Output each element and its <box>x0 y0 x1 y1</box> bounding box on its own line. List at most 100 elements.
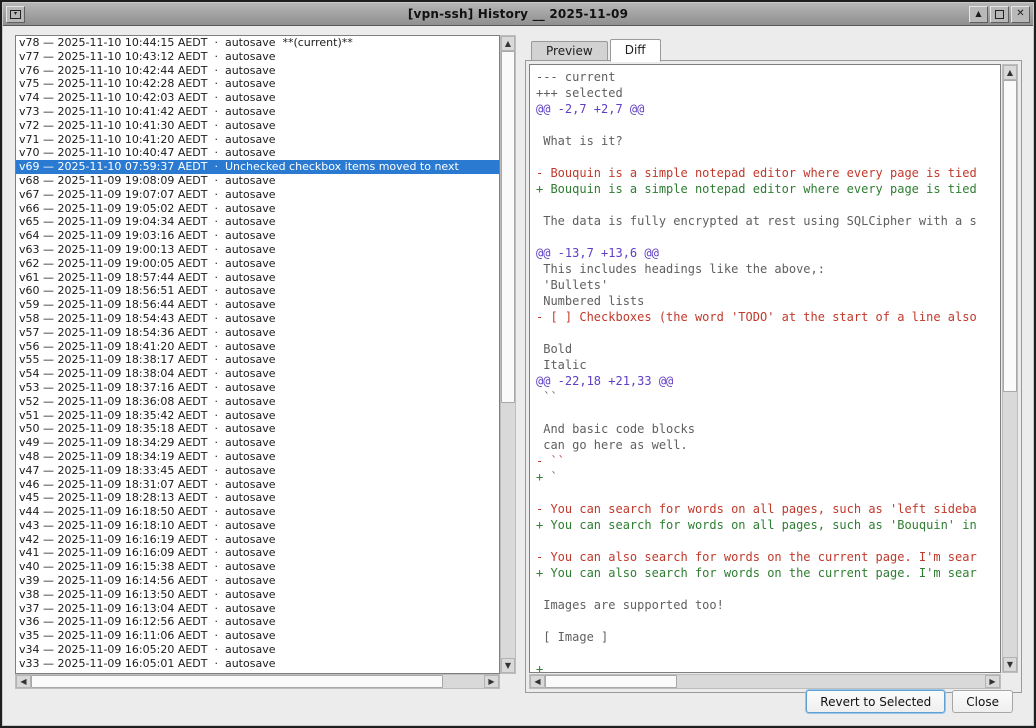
diff-line <box>536 581 1000 597</box>
list-item[interactable]: v52 — 2025-11-09 18:36:08 AEDT · autosav… <box>16 395 499 409</box>
list-item[interactable]: v34 — 2025-11-09 16:05:20 AEDT · autosav… <box>16 643 499 657</box>
diff-line <box>536 533 1000 549</box>
diff-line <box>536 325 1000 341</box>
list-item[interactable]: v50 — 2025-11-09 18:35:18 AEDT · autosav… <box>16 422 499 436</box>
diff-line <box>536 405 1000 421</box>
list-item[interactable]: v68 — 2025-11-09 19:08:09 AEDT · autosav… <box>16 174 499 188</box>
scroll-down-icon[interactable]: ▼ <box>1003 657 1017 672</box>
list-item[interactable]: v62 — 2025-11-09 19:00:05 AEDT · autosav… <box>16 257 499 271</box>
list-item[interactable]: v44 — 2025-11-09 16:18:50 AEDT · autosav… <box>16 505 499 519</box>
list-item[interactable]: v73 — 2025-11-10 10:41:42 AEDT · autosav… <box>16 105 499 119</box>
list-item[interactable]: v63 — 2025-11-09 19:00:13 AEDT · autosav… <box>16 243 499 257</box>
dialog-buttons: Revert to Selected Close <box>806 690 1013 713</box>
list-item[interactable]: v55 — 2025-11-09 18:38:17 AEDT · autosav… <box>16 353 499 367</box>
list-item[interactable]: v71 — 2025-11-10 10:41:20 AEDT · autosav… <box>16 133 499 147</box>
diff-line <box>536 485 1000 501</box>
diff-line: + <box>536 661 1000 673</box>
list-item[interactable]: v61 — 2025-11-09 18:57:44 AEDT · autosav… <box>16 271 499 285</box>
diff-hscroll-trough[interactable] <box>545 675 985 688</box>
list-item[interactable]: v41 — 2025-11-09 16:16:09 AEDT · autosav… <box>16 546 499 560</box>
list-item[interactable]: v75 — 2025-11-10 10:42:28 AEDT · autosav… <box>16 77 499 91</box>
list-item[interactable]: v51 — 2025-11-09 18:35:42 AEDT · autosav… <box>16 409 499 423</box>
diff-line <box>536 645 1000 661</box>
diff-vscroll-thumb[interactable] <box>1003 80 1017 392</box>
list-item[interactable]: v64 — 2025-11-09 19:03:16 AEDT · autosav… <box>16 229 499 243</box>
list-item[interactable]: v69 — 2025-11-10 07:59:37 AEDT · Uncheck… <box>16 160 499 174</box>
diff-line: - [ ] Checkboxes (the word 'TODO' at the… <box>536 309 1000 325</box>
window-title: [vpn-ssh] History __ 2025-11-09 <box>3 7 1033 21</box>
list-item[interactable]: v42 — 2025-11-09 16:16:19 AEDT · autosav… <box>16 533 499 547</box>
list-item[interactable]: v58 — 2025-11-09 18:54:43 AEDT · autosav… <box>16 312 499 326</box>
list-item[interactable]: v36 — 2025-11-09 16:12:56 AEDT · autosav… <box>16 615 499 629</box>
list-item[interactable]: v54 — 2025-11-09 18:38:04 AEDT · autosav… <box>16 367 499 381</box>
diff-panel: --- current+++ selected@@ -2,7 +2,7 @@ W… <box>525 60 1022 693</box>
diff-line: `` <box>536 389 1000 405</box>
diff-line: @@ -22,18 +21,33 @@ <box>536 373 1000 389</box>
scroll-down-icon[interactable]: ▼ <box>501 658 515 673</box>
list-item[interactable]: v74 — 2025-11-10 10:42:03 AEDT · autosav… <box>16 91 499 105</box>
list-item[interactable]: v78 — 2025-11-10 10:44:15 AEDT · autosav… <box>16 36 499 50</box>
list-item[interactable]: v33 — 2025-11-09 16:05:01 AEDT · autosav… <box>16 657 499 671</box>
list-item[interactable]: v77 — 2025-11-10 10:43:12 AEDT · autosav… <box>16 50 499 64</box>
list-item[interactable]: v40 — 2025-11-09 16:15:38 AEDT · autosav… <box>16 560 499 574</box>
scroll-up-icon[interactable]: ▲ <box>501 36 515 51</box>
diff-hscroll-thumb[interactable] <box>545 675 677 688</box>
revert-to-selected-button[interactable]: Revert to Selected <box>806 690 945 713</box>
history-list-group: v78 — 2025-11-10 10:44:15 AEDT · autosav… <box>15 35 516 689</box>
diff-text-area[interactable]: --- current+++ selected@@ -2,7 +2,7 @@ W… <box>529 64 1001 673</box>
list-item[interactable]: v47 — 2025-11-09 18:33:45 AEDT · autosav… <box>16 464 499 478</box>
list-item[interactable]: v43 — 2025-11-09 16:18:10 AEDT · autosav… <box>16 519 499 533</box>
diff-vscroll-trough[interactable] <box>1003 80 1017 657</box>
list-item[interactable]: v70 — 2025-11-10 10:40:47 AEDT · autosav… <box>16 146 499 160</box>
list-item[interactable]: v35 — 2025-11-09 16:11:06 AEDT · autosav… <box>16 629 499 643</box>
list-item[interactable]: v59 — 2025-11-09 18:56:44 AEDT · autosav… <box>16 298 499 312</box>
list-item[interactable]: v53 — 2025-11-09 18:37:16 AEDT · autosav… <box>16 381 499 395</box>
diff-line: can go here as well. <box>536 437 1000 453</box>
list-item[interactable]: v56 — 2025-11-09 18:41:20 AEDT · autosav… <box>16 340 499 354</box>
history-vscroll-thumb[interactable] <box>501 51 515 403</box>
list-item[interactable]: v72 — 2025-11-10 10:41:30 AEDT · autosav… <box>16 119 499 133</box>
close-window-button[interactable]: ✕ <box>1011 6 1030 23</box>
diff-line: Images are supported too! <box>536 597 1000 613</box>
scroll-left-icon[interactable]: ◀ <box>16 675 31 688</box>
list-item[interactable]: v60 — 2025-11-09 18:56:51 AEDT · autosav… <box>16 284 499 298</box>
list-item[interactable]: v39 — 2025-11-09 16:14:56 AEDT · autosav… <box>16 574 499 588</box>
list-item[interactable]: v37 — 2025-11-09 16:13:04 AEDT · autosav… <box>16 602 499 616</box>
list-item[interactable]: v45 — 2025-11-09 18:28:13 AEDT · autosav… <box>16 491 499 505</box>
history-vscroll-trough[interactable] <box>501 51 515 658</box>
diff-line <box>536 613 1000 629</box>
close-button[interactable]: Close <box>952 690 1013 713</box>
scroll-up-icon[interactable]: ▲ <box>1003 65 1017 80</box>
diff-line: - You can also search for words on the c… <box>536 549 1000 565</box>
list-item[interactable]: v57 — 2025-11-09 18:54:36 AEDT · autosav… <box>16 326 499 340</box>
scroll-right-icon[interactable]: ▶ <box>985 675 1000 688</box>
list-item[interactable]: v67 — 2025-11-09 19:07:07 AEDT · autosav… <box>16 188 499 202</box>
list-item[interactable]: v65 — 2025-11-09 19:04:34 AEDT · autosav… <box>16 215 499 229</box>
scroll-right-icon[interactable]: ▶ <box>484 675 499 688</box>
scroll-left-icon[interactable]: ◀ <box>530 675 545 688</box>
history-list[interactable]: v78 — 2025-11-10 10:44:15 AEDT · autosav… <box>15 35 500 674</box>
maximize-button[interactable] <box>990 6 1009 23</box>
diff-line: Italic <box>536 357 1000 373</box>
tab-preview[interactable]: Preview <box>531 41 608 61</box>
window-menu-button[interactable]: ▾ <box>6 6 25 23</box>
diff-horizontal-scrollbar[interactable]: ◀ ▶ <box>529 674 1001 689</box>
diff-line <box>536 197 1000 213</box>
list-item[interactable]: v48 — 2025-11-09 18:34:19 AEDT · autosav… <box>16 450 499 464</box>
tab-diff[interactable]: Diff <box>610 39 661 62</box>
history-horizontal-scrollbar[interactable]: ◀ ▶ <box>15 674 500 689</box>
history-vertical-scrollbar[interactable]: ▲ ▼ <box>500 35 516 674</box>
list-item[interactable]: v49 — 2025-11-09 18:34:29 AEDT · autosav… <box>16 436 499 450</box>
diff-line: @@ -2,7 +2,7 @@ <box>536 101 1000 117</box>
list-item[interactable]: v38 — 2025-11-09 16:13:50 AEDT · autosav… <box>16 588 499 602</box>
diff-vertical-scrollbar[interactable]: ▲ ▼ <box>1002 64 1018 673</box>
minimize-button[interactable]: ▲ <box>969 6 988 23</box>
list-item[interactable]: v66 — 2025-11-09 19:05:02 AEDT · autosav… <box>16 202 499 216</box>
list-item[interactable]: v46 — 2025-11-09 18:31:07 AEDT · autosav… <box>16 478 499 492</box>
history-hscroll-trough[interactable] <box>31 675 484 688</box>
diff-line: - You can search for words on all pages,… <box>536 501 1000 517</box>
diff-line: - Bouquin is a simple notepad editor whe… <box>536 165 1000 181</box>
diff-line: + Bouquin is a simple notepad editor whe… <box>536 181 1000 197</box>
list-item[interactable]: v76 — 2025-11-10 10:42:44 AEDT · autosav… <box>16 64 499 78</box>
history-hscroll-thumb[interactable] <box>31 675 443 688</box>
